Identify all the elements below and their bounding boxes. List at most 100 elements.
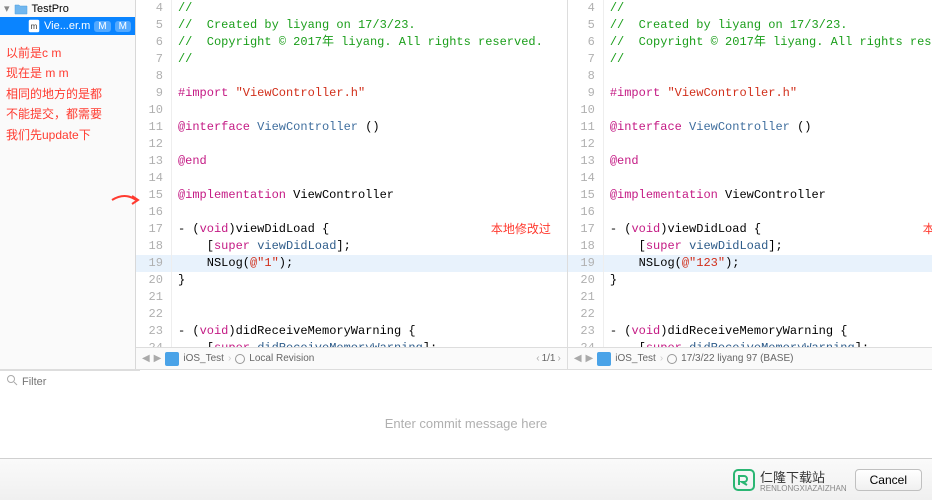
- code-source: NSLog(@"1");: [172, 255, 567, 272]
- code-line[interactable]: 24 [super didReceiveMemoryWarning];: [136, 340, 567, 347]
- line-number: 18: [136, 238, 172, 255]
- prev-diff-icon[interactable]: ‹: [536, 353, 539, 364]
- footer-revision[interactable]: 17/3/22 liyang 97 (BASE): [681, 353, 793, 364]
- line-number: 24: [136, 340, 172, 347]
- status-badge: M: [94, 21, 110, 32]
- nav-back-icon[interactable]: ◀: [142, 353, 150, 364]
- code-line[interactable]: 22: [568, 306, 932, 323]
- sidebar: ▾ TestPro m Vie...er.m M M 以前是c m 现在是 m …: [0, 0, 136, 369]
- code-line[interactable]: 11@interface ViewController (): [568, 119, 932, 136]
- code-line[interactable]: 8: [136, 68, 567, 85]
- nav-fwd-icon[interactable]: ▶: [154, 353, 162, 364]
- code-line[interactable]: 16: [568, 204, 932, 221]
- code-line[interactable]: 13@end: [136, 153, 567, 170]
- line-number: 12: [136, 136, 172, 153]
- code-line[interactable]: 14: [136, 170, 567, 187]
- code-line[interactable]: 6// Copyright © 2017年 liyang. All rights…: [136, 34, 567, 51]
- code-line[interactable]: 24 [super didReceiveMemoryWarning];: [568, 340, 932, 347]
- code-line[interactable]: 12: [136, 136, 567, 153]
- code-line[interactable]: 9#import "ViewController.h": [136, 85, 567, 102]
- folder-icon: [14, 3, 28, 15]
- next-diff-icon[interactable]: ›: [557, 353, 560, 364]
- line-number: 15: [136, 187, 172, 204]
- line-number: 20: [136, 272, 172, 289]
- code-line[interactable]: 7//: [568, 51, 932, 68]
- code-line[interactable]: 4//: [136, 0, 567, 17]
- commit-message-area[interactable]: Enter commit message here: [0, 393, 932, 453]
- nav-back-icon[interactable]: ◀: [574, 353, 582, 364]
- annotation-notes: 以前是c m 现在是 m m 相同的地方的是都 不能提交，都需要 我们先upda…: [0, 35, 135, 153]
- code-source: //: [172, 51, 567, 68]
- code-source: @end: [172, 153, 567, 170]
- code-source: [604, 204, 932, 221]
- project-icon: [165, 352, 179, 366]
- tree-parent-item[interactable]: ▾ TestPro: [0, 0, 135, 17]
- code-line[interactable]: 8: [568, 68, 932, 85]
- code-line[interactable]: 23- (void)didReceiveMemoryWarning {: [568, 323, 932, 340]
- line-number: 14: [568, 170, 604, 187]
- line-number: 5: [568, 17, 604, 34]
- code-line[interactable]: 17- (void)viewDidLoad {本地修改过: [136, 221, 567, 238]
- tree-child-item[interactable]: m Vie...er.m M M: [0, 17, 135, 35]
- code-line[interactable]: 13@end: [568, 153, 932, 170]
- line-number: 22: [568, 306, 604, 323]
- code-source: [172, 306, 567, 323]
- code-line[interactable]: 17- (void)viewDidLoad {本地一开始: [568, 221, 932, 238]
- line-number: 7: [136, 51, 172, 68]
- code-line[interactable]: 10: [568, 102, 932, 119]
- line-number: 17: [136, 221, 172, 238]
- code-source: [172, 170, 567, 187]
- code-line[interactable]: 20}: [136, 272, 567, 289]
- code-source: [super viewDidLoad];: [604, 238, 932, 255]
- right-diff-pane: 4//5// Created by liyang on 17/3/23.6// …: [568, 0, 932, 369]
- code-line[interactable]: 23- (void)didReceiveMemoryWarning {: [136, 323, 567, 340]
- filter-icon: [6, 374, 18, 389]
- watermark: 仁隆下载站 RENLONGXIAZAIZHAN: [732, 467, 847, 493]
- code-line[interactable]: 7//: [136, 51, 567, 68]
- code-editor-left[interactable]: 4//5// Created by liyang on 17/3/23.6// …: [136, 0, 567, 347]
- code-line[interactable]: 19 NSLog(@"123");: [568, 255, 932, 272]
- disclosure-triangle-icon[interactable]: ▾: [4, 2, 10, 15]
- code-source: [172, 102, 567, 119]
- right-pane-footer: ◀ ▶ iOS_Test › 17/3/22 liyang 97 (BASE): [568, 347, 932, 369]
- code-line[interactable]: 14: [568, 170, 932, 187]
- code-line[interactable]: 4//: [568, 0, 932, 17]
- code-source: - (void)viewDidLoad {本地一开始: [604, 221, 932, 238]
- line-number: 13: [568, 153, 604, 170]
- nav-fwd-icon[interactable]: ▶: [586, 353, 594, 364]
- code-line[interactable]: 21: [136, 289, 567, 306]
- footer-project[interactable]: iOS_Test: [615, 353, 656, 364]
- line-number: 5: [136, 17, 172, 34]
- code-line[interactable]: 15@implementation ViewController: [568, 187, 932, 204]
- line-number: 10: [568, 102, 604, 119]
- footer-revision[interactable]: Local Revision: [249, 353, 314, 364]
- code-line[interactable]: 6// Copyright © 2017年 liyang. All rights…: [568, 34, 932, 51]
- code-line[interactable]: 12: [568, 136, 932, 153]
- clock-icon: [667, 354, 677, 364]
- filter-input[interactable]: [22, 376, 164, 388]
- code-line[interactable]: 22: [136, 306, 567, 323]
- code-source: // Created by liyang on 17/3/23.: [604, 17, 932, 34]
- code-line[interactable]: 18 [super viewDidLoad];: [568, 238, 932, 255]
- code-line[interactable]: 5// Created by liyang on 17/3/23.: [568, 17, 932, 34]
- clock-icon: [235, 354, 245, 364]
- code-source: @interface ViewController (): [172, 119, 567, 136]
- code-line[interactable]: 15@implementation ViewController: [136, 187, 567, 204]
- code-line[interactable]: 11@interface ViewController (): [136, 119, 567, 136]
- code-line[interactable]: 9#import "ViewController.h": [568, 85, 932, 102]
- code-source: NSLog(@"123");: [604, 255, 932, 272]
- code-line[interactable]: 21: [568, 289, 932, 306]
- code-line[interactable]: 18 [super viewDidLoad];: [136, 238, 567, 255]
- line-number: 15: [568, 187, 604, 204]
- line-number: 23: [568, 323, 604, 340]
- code-line[interactable]: 16: [136, 204, 567, 221]
- footer-project[interactable]: iOS_Test: [183, 353, 224, 364]
- code-line[interactable]: 20}: [568, 272, 932, 289]
- code-line[interactable]: 5// Created by liyang on 17/3/23.: [136, 17, 567, 34]
- code-line[interactable]: 10: [136, 102, 567, 119]
- cancel-button[interactable]: Cancel: [855, 469, 922, 491]
- line-number: 12: [568, 136, 604, 153]
- code-editor-right[interactable]: 4//5// Created by liyang on 17/3/23.6// …: [568, 0, 932, 347]
- code-line[interactable]: 19 NSLog(@"1");: [136, 255, 567, 272]
- project-icon: [597, 352, 611, 366]
